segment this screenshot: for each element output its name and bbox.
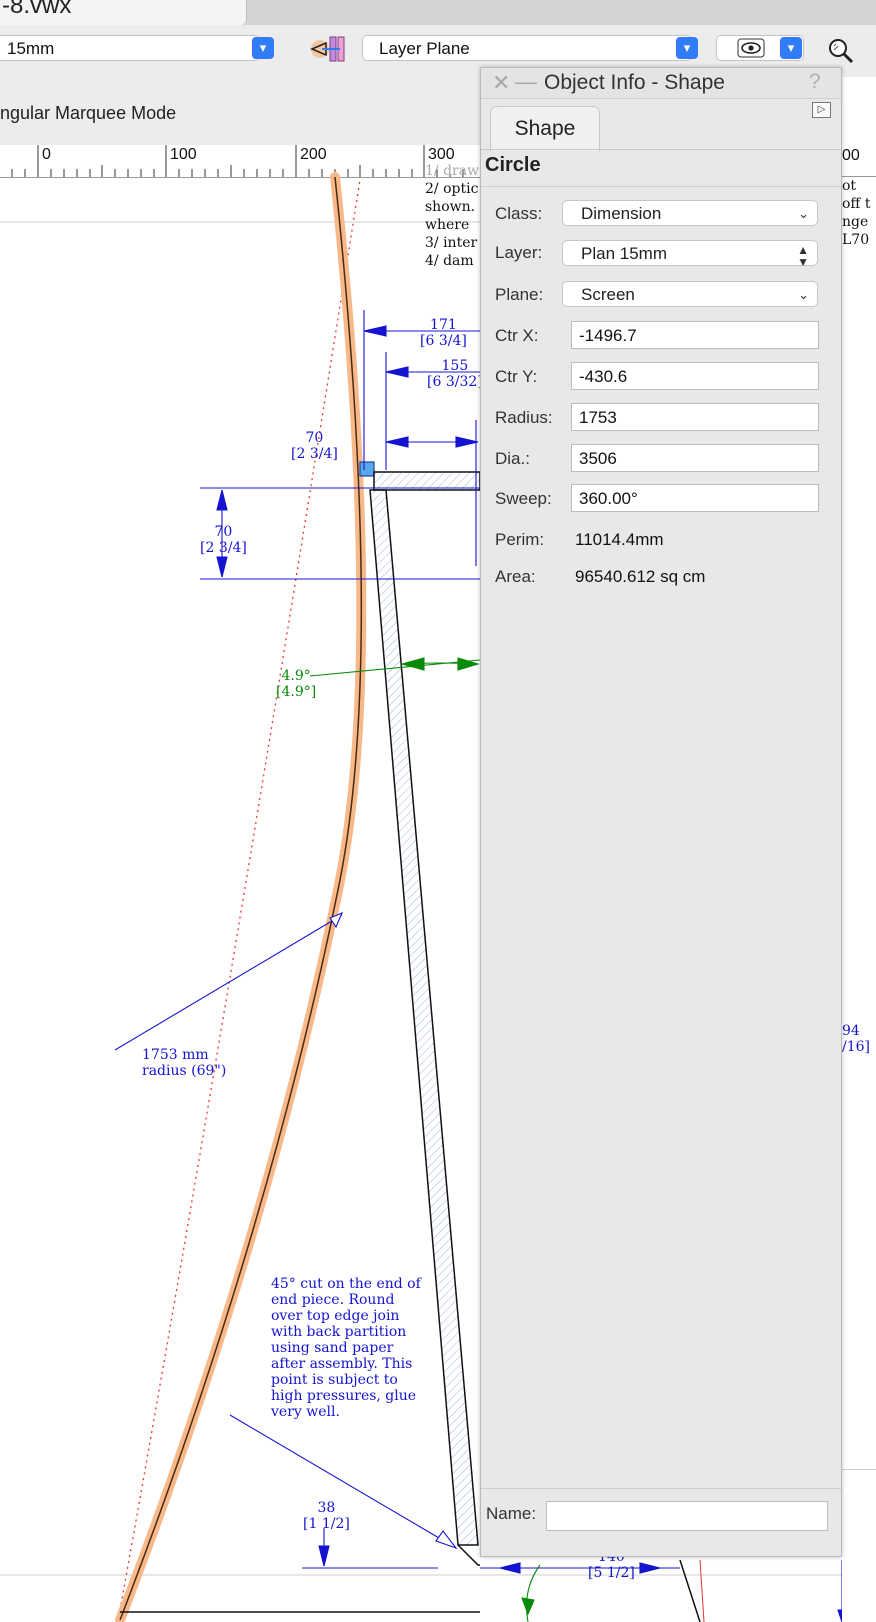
dim-inches: [5 1/2] [588,1565,635,1581]
chevron-down-icon: ⌄ [798,206,809,221]
radius-secondary: radius (69") [142,1063,227,1079]
dim-inches: [6 3/32] [427,374,483,390]
name-input[interactable] [546,1501,828,1531]
dim-70-side-label: 70 [2 3/4] [200,524,247,556]
plane-label: Plane: [495,285,544,304]
ctr-y-label: Ctr Y: [495,367,538,386]
note-line: 45° cut on the end of [271,1276,421,1292]
minimize-icon[interactable]: — [515,69,537,95]
dim-70-top-label: 70 [2 3/4] [291,430,338,462]
close-icon[interactable]: ✕ [492,70,510,96]
canvas-right-edge[interactable]: 00 ot off t nge L70 94 /16] [842,77,876,1622]
radius-label: Radius: [495,408,553,427]
dim-value: 155 [441,358,469,374]
area-label: Area: [495,567,536,586]
note-line: ot [842,178,857,194]
radius-value: 1753 [579,408,617,427]
angle-secondary: [4.9°] [276,684,317,700]
angle-label: 4.9° [4.9°] [276,668,316,700]
dim-155-label: 155 [6 3/32] [427,358,483,390]
note-line: 1/ draw [425,163,480,179]
palette-menu-arrow-icon[interactable]: ▷ [812,102,831,118]
stepper-icon: ▲ ▼ [797,243,809,269]
layer-select-value: Plan 15mm [581,244,667,263]
diameter-label: Dia.: [495,449,530,468]
radius-field[interactable]: 1753 [571,403,819,431]
area-value: 96540.612 sq cm [575,567,706,586]
palette-divider [481,186,841,187]
palette-divider [481,1488,841,1489]
radius-label: 1753 mm radius (69") [142,1047,226,1079]
cut-note: 45° cut on the end of end piece. Round o… [271,1276,421,1420]
note-line: high pressures, glue [271,1388,417,1404]
ctr-x-value: -1496.7 [579,326,637,345]
ruler-label-right: 00 [842,147,860,164]
sweep-value: 360.00° [579,489,638,508]
plane-select[interactable]: Screen ⌄ [562,281,818,307]
note-line: point is subject to [271,1372,398,1388]
note-line: L70 [842,232,870,248]
layer-select[interactable]: Plan 15mm ▲ ▼ [562,240,818,269]
dim-value: 38 [317,1500,336,1516]
name-label: Name: [486,1504,537,1523]
dim-value: 171 [430,317,457,333]
dim-value: 94 [842,1023,860,1039]
note-line: 3/ inter [425,235,478,251]
note-line: end piece. Round [271,1292,395,1308]
layer-label: Layer: [495,243,543,262]
note-line: over top edge join [271,1308,400,1324]
sweep-label: Sweep: [495,489,552,508]
note-line: nge [842,214,869,230]
diameter-value: 3506 [579,449,617,468]
note-line: shown. [425,199,476,215]
ctr-x-label: Ctr X: [495,326,539,345]
radius-value: 1753 mm [142,1047,209,1063]
dim-inches: [2 3/4] [291,446,338,462]
ctr-x-field[interactable]: -1496.7 [571,321,819,349]
object-info-palette[interactable]: ✕ — Object Info - Shape ? Shape ▷ Circle… [480,67,842,1557]
dim-value: 70 [214,524,233,540]
dim-inches: [2 3/4] [200,540,247,556]
class-select-value: Dimension [581,204,662,223]
note-line: where [425,217,470,233]
plane-select-value: Screen [581,285,635,304]
help-icon[interactable]: ? [809,70,821,94]
drawing-notes-right: ot off t nge L70 [842,177,870,249]
dim-inches: /16] [842,1039,870,1055]
class-label: Class: [495,204,543,223]
dim-inches: [1 1/2] [303,1516,350,1532]
perimeter-value: 11014.4mm [575,530,664,549]
dim-right-label: 94 /16] [842,1023,870,1055]
dim-inches: [6 3/4] [420,333,467,349]
note-line: using sand paper [271,1340,394,1356]
note-line: off t [842,196,871,212]
chevron-down-icon: ⌄ [798,287,809,302]
note-line: 4/ dam [425,253,474,269]
guide-line [842,1469,876,1470]
note-line: with back partition [271,1324,407,1340]
shape-type-title: Circle [485,154,541,176]
dim-38-label: 38 [1 1/2] [303,1500,350,1532]
palette-title: Object Info - Shape [544,71,725,94]
drawing-notes-left: 1/ draw 2/ optic shown. where 3/ inter 4… [425,162,485,272]
class-select[interactable]: Dimension ⌄ [562,200,818,226]
ctr-y-value: -430.6 [579,367,628,386]
dim-value: 70 [305,430,324,446]
note-line: 2/ optic [425,181,479,197]
ctr-y-field[interactable]: -430.6 [571,362,819,390]
dim-171-label: 171 [6 3/4] [420,317,467,349]
palette-title-bar[interactable]: ✕ — Object Info - Shape ? [481,68,841,99]
sweep-field[interactable]: 360.00° [571,484,819,512]
diameter-field[interactable]: 3506 [571,444,819,472]
angle-value: 4.9° [281,668,311,684]
note-line: very well. [271,1404,340,1420]
tab-shape[interactable]: Shape [490,106,600,151]
perimeter-label: Perim: [495,530,545,549]
note-line: after assembly. This [271,1356,413,1372]
